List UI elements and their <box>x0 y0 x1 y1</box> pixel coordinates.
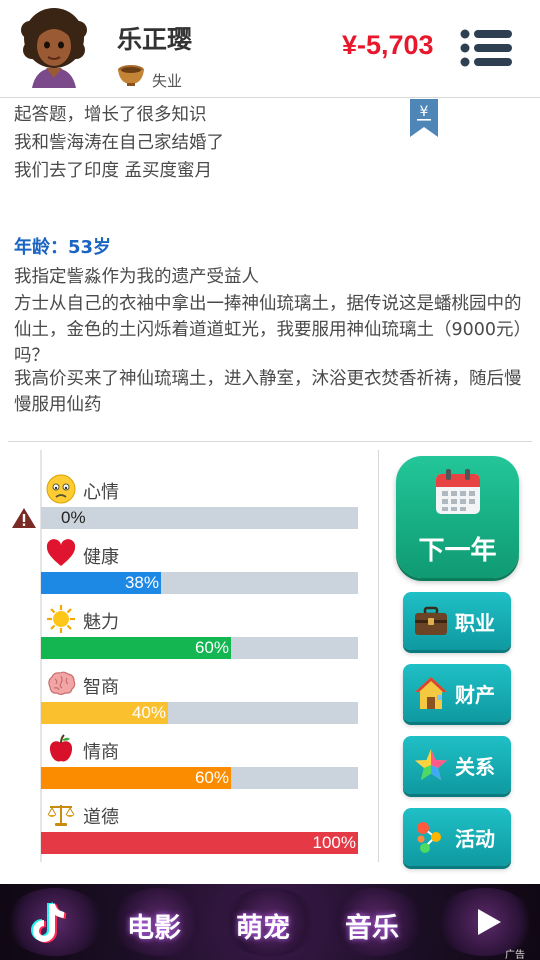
stat-value: 60% <box>194 638 229 657</box>
banner-item-music[interactable]: 音乐 <box>345 906 399 945</box>
menu-icon[interactable] <box>460 28 512 68</box>
scales-icon <box>46 799 76 829</box>
stat-bar: 0% <box>41 507 358 529</box>
avatar[interactable] <box>18 8 90 88</box>
character-name: 乐正璎 <box>117 25 193 54</box>
stat-bar: 38% <box>41 572 358 594</box>
tiktok-icon[interactable] <box>26 898 76 948</box>
stat-label: 魅力 <box>83 612 119 633</box>
header: 乐正璎 失业 ¥-5,703 <box>0 0 540 98</box>
relations-label: 关系 <box>455 755 495 779</box>
banner-item-movies[interactable]: 电影 <box>127 906 181 945</box>
log-line: 方士从自己的衣袖中拿出一捧神仙琉璃土，据传说这是蟠桃园中的仙土，金色的土闪烁着道… <box>14 294 523 366</box>
stat-label: 智商 <box>83 677 119 698</box>
stat-value: 60% <box>194 768 229 787</box>
bookmark-icon[interactable]: ¥ <box>410 99 438 137</box>
brain-icon <box>46 669 76 699</box>
log-line: 我指定訾淼作为我的遗产受益人 <box>14 267 259 287</box>
stat-label: 道德 <box>83 807 119 828</box>
stat-value: 40% <box>131 703 166 722</box>
stat-value: 100% <box>312 833 356 852</box>
log-line: 我和訾海涛在自己家结婚了 <box>14 133 224 153</box>
sad-face-icon <box>46 474 76 504</box>
property-button[interactable]: 财产 <box>403 664 511 722</box>
ad-banner[interactable]: 电影 萌宠 音乐 广告 <box>0 884 540 960</box>
stat-bar: 40% <box>41 702 358 724</box>
next-year-label: 下一年 <box>418 536 497 566</box>
activity-button[interactable]: 活动 <box>403 808 511 866</box>
briefcase-icon <box>415 606 447 635</box>
bookmark-symbol: ¥ <box>420 104 429 120</box>
warning-icon <box>12 508 36 528</box>
apple-icon <box>46 734 76 764</box>
event-log[interactable]: 起答题，增长了很多知识 我和訾海涛在自己家结婚了 我们去了印度 孟买度蜜月 年龄… <box>0 99 540 441</box>
stat-bar: 100% <box>41 832 358 854</box>
banner-item-pets[interactable]: 萌宠 <box>236 906 290 945</box>
bowl-icon <box>118 65 144 86</box>
heart-icon <box>46 539 76 569</box>
house-icon <box>415 677 447 709</box>
next-year-button[interactable]: 下一年 <box>396 456 519 578</box>
log-line: 起答题，增长了很多知识 <box>14 105 207 125</box>
stat-label: 健康 <box>83 547 119 568</box>
age-heading: 年龄：53岁 <box>14 237 112 258</box>
molecule-icon <box>417 822 441 853</box>
stat-label: 情商 <box>83 742 119 763</box>
stat-label: 心情 <box>83 482 119 503</box>
star-icon <box>415 749 447 780</box>
activity-label: 活动 <box>455 827 495 851</box>
play-icon[interactable] <box>476 908 502 936</box>
calendar-icon <box>436 469 480 514</box>
career-button[interactable]: 职业 <box>403 592 511 650</box>
sun-icon <box>46 604 76 634</box>
log-line: 我高价买来了神仙琉璃土，进入静室，沐浴更衣焚香祈祷，随后慢慢服用仙药 <box>14 369 522 415</box>
property-label: 财产 <box>455 683 495 707</box>
stat-value: 0% <box>61 508 86 527</box>
money-balance: ¥-5,703 <box>342 30 434 60</box>
career-label: 职业 <box>455 611 495 635</box>
relations-button[interactable]: 关系 <box>403 736 511 794</box>
stat-bar: 60% <box>41 767 358 789</box>
stat-value: 38% <box>124 573 159 592</box>
log-line: 我们去了印度 孟买度蜜月 <box>14 161 213 181</box>
job-status: 失业 <box>152 72 183 90</box>
ad-label: 广告 <box>505 950 525 960</box>
stat-bar-fill <box>41 832 358 854</box>
stat-bar: 60% <box>41 637 358 659</box>
column-divider <box>378 450 379 862</box>
divider <box>8 441 532 442</box>
